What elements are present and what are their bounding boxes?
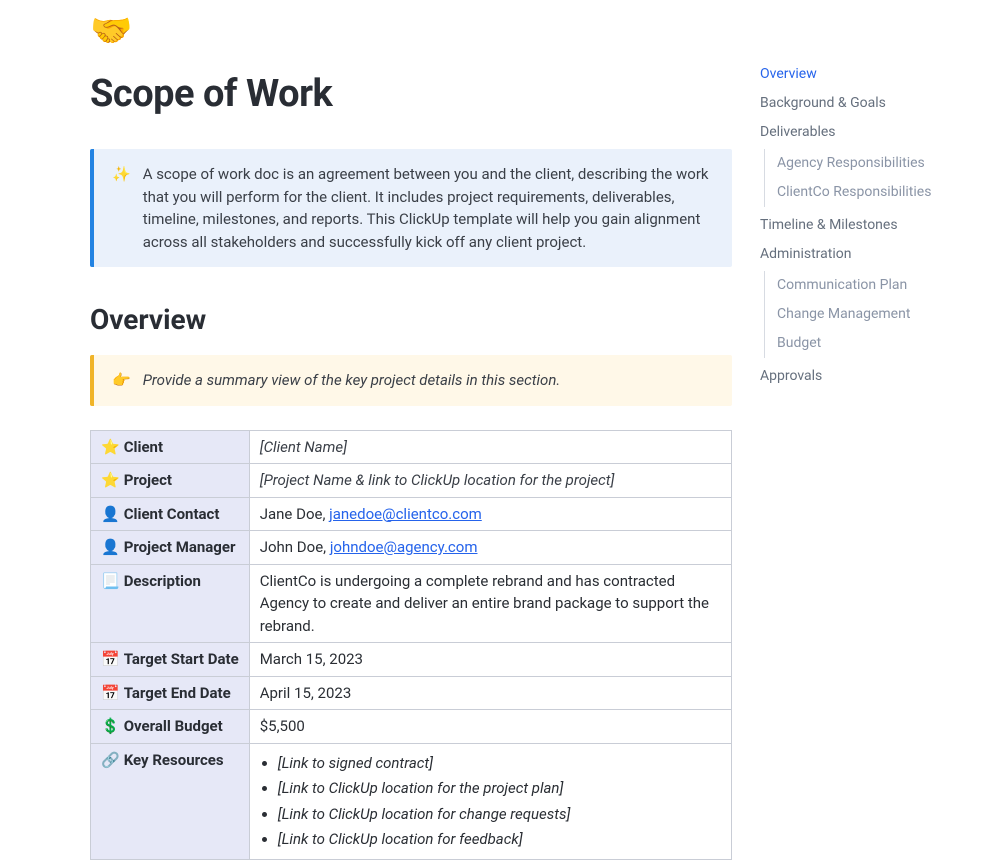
row-value-text: March 15, 2023: [260, 650, 363, 668]
table-row: 🔗Key Resources[Link to signed contract][…: [91, 743, 732, 859]
contact-email-link[interactable]: janedoe@clientco.com: [329, 505, 482, 523]
overview-hint-callout: 👉 Provide a summary view of the key proj…: [90, 355, 732, 406]
sparkles-icon: ✨: [112, 163, 131, 253]
table-row: 💲Overall Budget $5,500: [91, 710, 732, 744]
toc-subitem[interactable]: Communication Plan: [777, 271, 974, 300]
row-icon: 💲: [101, 717, 120, 735]
row-label-text: Project: [124, 471, 172, 489]
list-item: [Link to ClickUp location for the projec…: [278, 777, 721, 800]
contact-name: Jane Doe: [260, 505, 323, 523]
toc-item[interactable]: Overview: [760, 60, 974, 89]
toc-subgroup: Communication PlanChange ManagementBudge…: [764, 271, 974, 358]
toc-item[interactable]: Background & Goals: [760, 89, 974, 118]
row-value-text: ClientCo is undergoing a complete rebran…: [260, 572, 709, 635]
toc-item[interactable]: Approvals: [760, 362, 974, 391]
row-label-text: Key Resources: [124, 751, 224, 769]
list-item: [Link to ClickUp location for feedback]: [278, 828, 721, 851]
list-item: [Link to ClickUp location for change req…: [278, 803, 721, 826]
table-row-label: 🔗Key Resources: [91, 743, 250, 859]
table-row-value: April 15, 2023: [249, 676, 731, 710]
toc-item[interactable]: Administration: [760, 240, 974, 269]
page-title: Scope of Work: [90, 66, 732, 123]
table-row-label: ⭐Project: [91, 464, 250, 498]
row-icon: 👤: [101, 505, 120, 523]
row-icon: 📅: [101, 684, 120, 702]
key-resources-list: [Link to signed contract][Link to ClickU…: [278, 752, 721, 851]
row-label-text: Target End Date: [124, 684, 231, 702]
toc-subitem[interactable]: ClientCo Responsibilities: [777, 178, 974, 207]
table-row: 📅Target Start Date March 15, 2023: [91, 643, 732, 677]
table-row: 👤Project ManagerJohn Doe, johndoe@agency…: [91, 531, 732, 565]
contact-email-link[interactable]: johndoe@agency.com: [330, 538, 478, 556]
toc-subitem[interactable]: Budget: [777, 329, 974, 358]
contact-name: John Doe: [260, 538, 323, 556]
table-row-value: Jane Doe, janedoe@clientco.com: [249, 497, 731, 531]
row-icon: ⭐: [101, 438, 120, 456]
table-row: 👤Client ContactJane Doe, janedoe@clientc…: [91, 497, 732, 531]
table-row-label: ⭐Client: [91, 430, 250, 464]
table-row-value: [Client Name]: [249, 430, 731, 464]
table-row-label: 💲Overall Budget: [91, 710, 250, 744]
overview-heading: Overview: [90, 299, 732, 341]
row-label-text: Overall Budget: [124, 717, 223, 735]
toc-subitem[interactable]: Change Management: [777, 300, 974, 329]
table-row-value: ClientCo is undergoing a complete rebran…: [249, 564, 731, 643]
handshake-icon: 🤝: [90, 14, 732, 48]
table-row-label: 📅Target End Date: [91, 676, 250, 710]
row-label-text: Project Manager: [124, 538, 236, 556]
table-row: 📃DescriptionClientCo is undergoing a com…: [91, 564, 732, 643]
toc-item[interactable]: Deliverables: [760, 118, 974, 147]
row-label-text: Client: [124, 438, 163, 456]
table-row: ⭐Project [Project Name & link to ClickUp …: [91, 464, 732, 498]
table-row-value: [Project Name & link to ClickUp location…: [249, 464, 731, 498]
overview-hint-text: Provide a summary view of the key projec…: [143, 369, 714, 392]
table-row-value: [Link to signed contract][Link to ClickU…: [249, 743, 731, 859]
table-row-value: John Doe, johndoe@agency.com: [249, 531, 731, 565]
table-row-label: 👤Project Manager: [91, 531, 250, 565]
placeholder-text: [Client Name]: [260, 438, 347, 456]
outline-sidebar: OverviewBackground & GoalsDeliverablesAg…: [760, 0, 990, 860]
row-label-text: Client Contact: [124, 505, 220, 523]
row-icon: ⭐: [101, 471, 120, 489]
overview-table: ⭐Client [Client Name] ⭐Project [Project Nam…: [90, 430, 732, 860]
table-row-label: 📃Description: [91, 564, 250, 643]
table-row: 📅Target End Date April 15, 2023: [91, 676, 732, 710]
toc-subitem[interactable]: Agency Responsibilities: [777, 149, 974, 178]
table-row-value: $5,500: [249, 710, 731, 744]
row-icon: 📃: [101, 572, 120, 590]
row-value-text: $5,500: [260, 717, 305, 735]
table-row-label: 👤Client Contact: [91, 497, 250, 531]
row-icon: 👤: [101, 538, 120, 556]
intro-callout: ✨ A scope of work doc is an agreement be…: [90, 149, 732, 267]
document-main: 🤝 Scope of Work ✨ A scope of work doc is…: [0, 0, 760, 860]
toc-subgroup: Agency ResponsibilitiesClientCo Responsi…: [764, 149, 974, 207]
list-item: [Link to signed contract]: [278, 752, 721, 775]
table-row: ⭐Client [Client Name]: [91, 430, 732, 464]
intro-callout-text: A scope of work doc is an agreement betw…: [143, 163, 714, 253]
table-row-label: 📅Target Start Date: [91, 643, 250, 677]
pointing-finger-icon: 👉: [112, 369, 131, 392]
placeholder-text: [Project Name & link to ClickUp location…: [260, 471, 615, 489]
table-row-value: March 15, 2023: [249, 643, 731, 677]
row-value-text: April 15, 2023: [260, 684, 352, 702]
toc-item[interactable]: Timeline & Milestones: [760, 211, 974, 240]
row-label-text: Description: [124, 572, 201, 590]
row-icon: 📅: [101, 650, 120, 668]
row-label-text: Target Start Date: [124, 650, 239, 668]
row-icon: 🔗: [101, 751, 120, 769]
